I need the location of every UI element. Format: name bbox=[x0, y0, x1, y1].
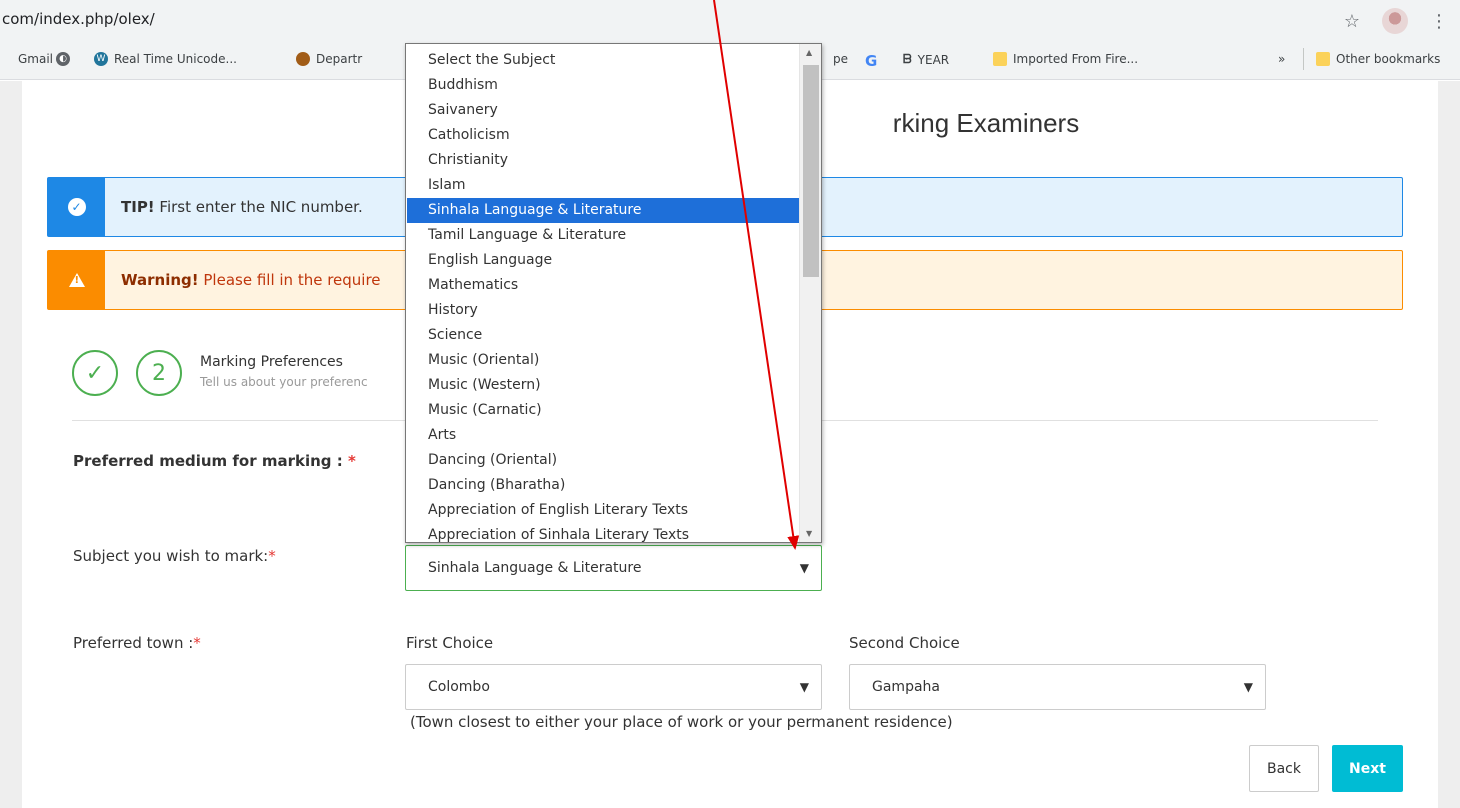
town-note: (Town closest to either your place of wo… bbox=[410, 713, 953, 731]
town-label: Preferred town :* bbox=[73, 634, 201, 652]
check-circle-icon: ✓ bbox=[67, 198, 86, 216]
chevron-down-icon: ▼ bbox=[799, 680, 809, 694]
tip-message: TIP! First enter the NIC number. bbox=[121, 198, 363, 216]
subject-label: Subject you wish to mark:* bbox=[73, 547, 276, 565]
globe-icon: ◐ bbox=[56, 52, 70, 66]
next-button[interactable]: Next bbox=[1332, 745, 1403, 792]
step-1-complete-icon[interactable]: ✓ bbox=[72, 350, 118, 396]
dropdown-option[interactable]: Music (Western) bbox=[407, 373, 799, 398]
bookmark-pe[interactable]: pe bbox=[833, 52, 848, 66]
bookmark-other-bookmarks[interactable]: Other bookmarks bbox=[1316, 52, 1440, 66]
bookmark-gmail[interactable]: Gmail bbox=[18, 52, 53, 66]
step-title: Marking Preferences bbox=[200, 354, 343, 370]
second-choice-label: Second Choice bbox=[849, 634, 960, 652]
dropdown-option[interactable]: Music (Carnatic) bbox=[407, 398, 799, 423]
bookmark-globe[interactable]: ◐ bbox=[56, 52, 70, 66]
bookmarks-overflow-button[interactable]: » bbox=[1278, 52, 1285, 66]
bookmark-real-time-unicode[interactable]: W Real Time Unicode... bbox=[94, 52, 237, 66]
dropdown-option[interactable]: Tamil Language & Literature bbox=[407, 223, 799, 248]
scroll-up-icon[interactable]: ▲ bbox=[806, 48, 812, 57]
bookmark-year[interactable]: ᗹ YEAR bbox=[903, 52, 949, 67]
dropdown-option[interactable]: Select the Subject bbox=[407, 48, 799, 73]
bookmark-google[interactable]: G bbox=[865, 52, 877, 70]
back-button[interactable]: Back bbox=[1249, 745, 1319, 792]
alert-info-side: ✓ bbox=[48, 178, 105, 236]
bookmark-imported-from-firefox[interactable]: Imported From Fire... bbox=[993, 52, 1138, 66]
scroll-down-icon[interactable]: ▼ bbox=[806, 529, 812, 538]
dropdown-scrollbar[interactable]: ▲ ▼ bbox=[799, 44, 821, 542]
bookmarks-separator bbox=[1303, 48, 1304, 70]
warning-icon: ! bbox=[68, 273, 85, 287]
medium-label: Preferred medium for marking : * bbox=[73, 452, 356, 470]
crest-icon bbox=[296, 52, 310, 66]
folder-icon bbox=[993, 52, 1007, 66]
folder-icon bbox=[1316, 52, 1330, 66]
dropdown-option[interactable]: Arts bbox=[407, 423, 799, 448]
subject-select[interactable]: Sinhala Language & Literature ▼ bbox=[405, 545, 822, 591]
alert-warning-side: ! bbox=[48, 251, 105, 309]
step-subtitle: Tell us about your preferenc bbox=[200, 375, 368, 389]
dropdown-option[interactable]: Dancing (Oriental) bbox=[407, 448, 799, 473]
dropdown-option[interactable]: Appreciation of Sinhala Literary Texts bbox=[407, 523, 799, 542]
dropdown-option[interactable]: Appreciation of English Literary Texts bbox=[407, 498, 799, 523]
first-choice-label: First Choice bbox=[406, 634, 494, 652]
dropdown-option[interactable]: History bbox=[407, 298, 799, 323]
year-icon: ᗹ bbox=[903, 52, 912, 66]
dropdown-option[interactable]: Catholicism bbox=[407, 123, 799, 148]
star-icon[interactable]: ☆ bbox=[1344, 11, 1360, 32]
profile-avatar[interactable] bbox=[1382, 8, 1408, 34]
step-2-indicator[interactable]: 2 bbox=[136, 350, 182, 396]
chevron-down-icon: ▼ bbox=[799, 561, 809, 575]
scrollbar-thumb[interactable] bbox=[803, 65, 819, 277]
google-icon: G bbox=[865, 52, 878, 70]
dropdown-option[interactable]: Christianity bbox=[407, 148, 799, 173]
dropdown-option[interactable]: Islam bbox=[407, 173, 799, 198]
dropdown-option[interactable]: Dancing (Bharatha) bbox=[407, 473, 799, 498]
dropdown-option[interactable]: Music (Oriental) bbox=[407, 348, 799, 373]
browser-toolbar-icons: ☆ ⋮ bbox=[1344, 8, 1448, 34]
second-choice-select[interactable]: Gampaha ▼ bbox=[849, 664, 1266, 710]
browser-address-bar: com/index.php/olex/ ☆ ⋮ bbox=[0, 0, 1460, 40]
dropdown-option[interactable]: Buddhism bbox=[407, 73, 799, 98]
dropdown-option[interactable]: English Language bbox=[407, 248, 799, 273]
chevron-down-icon: ▼ bbox=[1243, 680, 1253, 694]
dropdown-option[interactable]: Sinhala Language & Literature bbox=[407, 198, 799, 223]
dropdown-option[interactable]: Mathematics bbox=[407, 273, 799, 298]
first-choice-select[interactable]: Colombo ▼ bbox=[405, 664, 822, 710]
bookmark-department[interactable]: Departr bbox=[296, 52, 362, 66]
subject-dropdown-list[interactable]: Select the Subject Buddhism Saivanery Catho… bbox=[405, 43, 822, 543]
warning-message: Warning! Please fill in the require bbox=[121, 271, 381, 289]
menu-dots-icon[interactable]: ⋮ bbox=[1430, 11, 1448, 32]
dropdown-option[interactable]: Saivanery bbox=[407, 98, 799, 123]
wordpress-icon: W bbox=[94, 52, 108, 66]
url-text[interactable]: com/index.php/olex/ bbox=[2, 10, 155, 28]
dropdown-option[interactable]: Science bbox=[407, 323, 799, 348]
